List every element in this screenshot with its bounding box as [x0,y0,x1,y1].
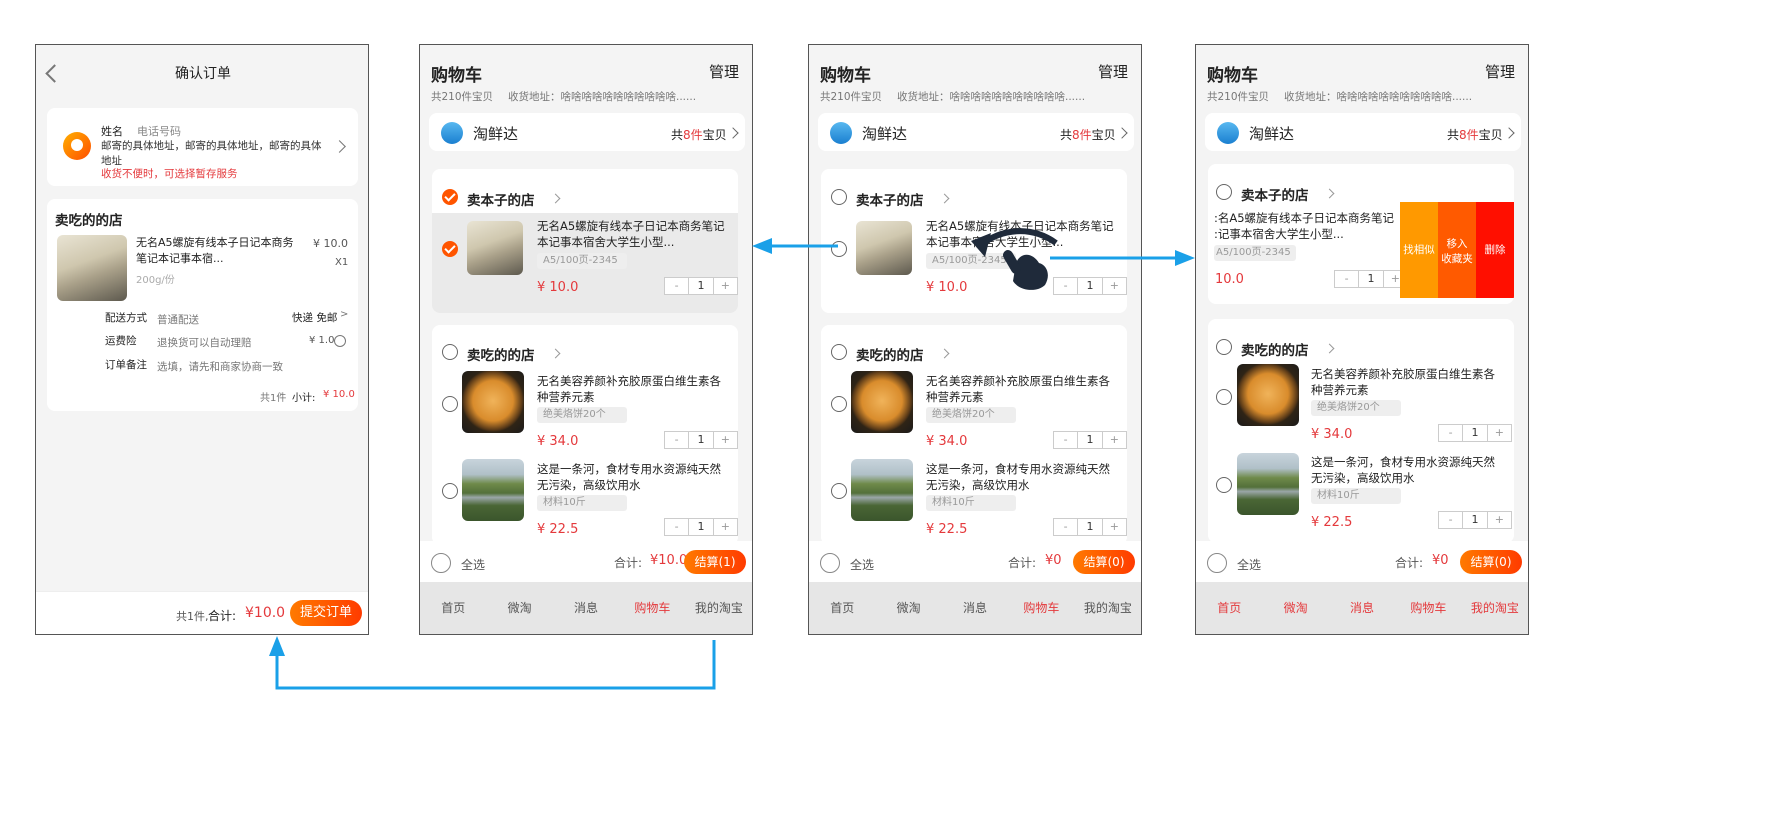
arrow-head-left [752,238,772,254]
arrow-cart-to-confirm [275,640,716,690]
arrow-head-up [269,636,285,656]
flow-arrows [269,238,1195,690]
arrow-head-right [1175,250,1195,266]
